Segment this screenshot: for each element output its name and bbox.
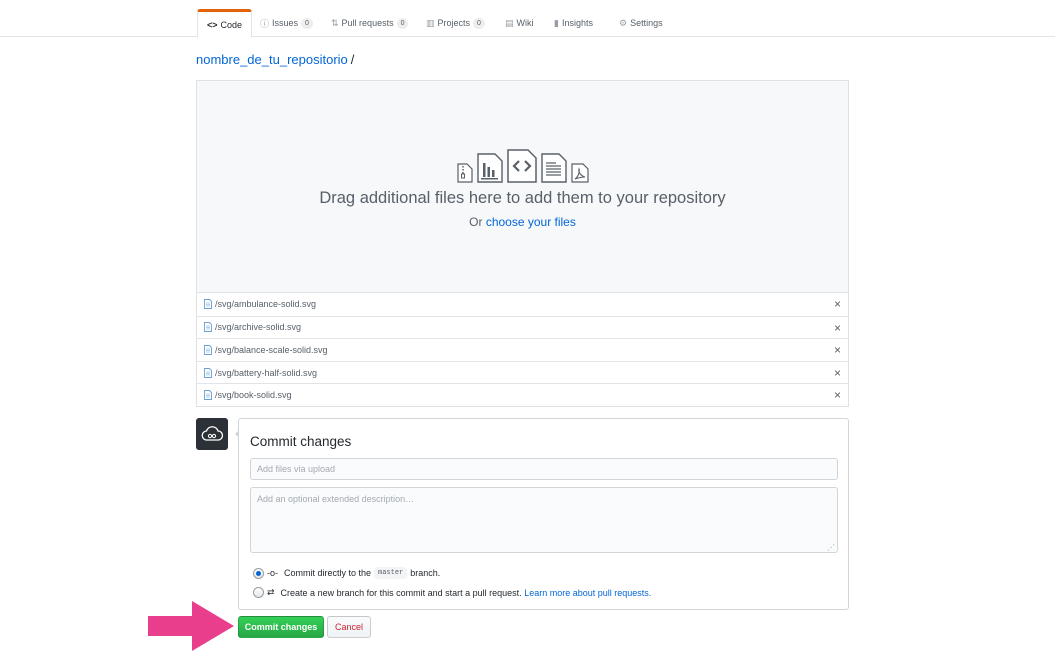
tab-label: Pull requests [341,18,394,28]
new-branch-radio[interactable] [253,587,264,598]
list-item: /svg/battery-half-solid.svg × [197,360,848,384]
list-item: /svg/balance-scale-solid.svg × [197,338,848,361]
commit-summary-input[interactable] [250,458,838,480]
file-path: /svg/balance-scale-solid.svg [215,344,328,355]
learn-more-link[interactable]: Learn more about pull requests. [524,588,651,598]
commit-description-textarea[interactable] [250,487,838,553]
tab-wiki[interactable]: ▤ Wiki [496,9,543,37]
graph-icon: ▮ [554,17,559,28]
remove-file-button[interactable]: × [834,321,841,335]
code-icon: <> [207,19,218,30]
list-item: /svg/book-solid.svg × [197,383,848,406]
code-file-icon [506,149,537,183]
file-path: /svg/battery-half-solid.svg [215,367,318,378]
tab-issues[interactable]: ⓘ Issues 0 [251,9,322,37]
issue-icon: ⓘ [260,18,270,29]
commit-form: Commit changes ⋰ -o- Commit directly to … [235,418,849,610]
pointer-arrow-icon [148,601,234,651]
graph-file-icon [476,153,503,183]
file-path: /svg/ambulance-solid.svg [215,299,317,310]
pdf-file-icon [570,163,589,183]
tab-label: Insights [561,18,593,28]
remove-file-button[interactable]: × [834,366,841,380]
tab-pull-requests[interactable]: ⇅ Pull requests 0 [322,9,417,37]
cancel-button[interactable]: Cancel [327,616,371,638]
list-item: /svg/ambulance-solid.svg × [197,293,848,316]
project-icon: ▥ [426,17,435,28]
tab-label: Issues [272,18,299,28]
tab-label: Code [220,19,243,30]
tab-projects[interactable]: ▥ Projects 0 [417,9,494,37]
gear-icon: ⚙ [619,17,628,28]
breadcrumb: nombre_de_tu_repositorio / [196,52,354,67]
file-icon [204,299,212,310]
new-branch-option[interactable]: ⇄ Create a new branch for this commit an… [253,587,651,598]
cloud-avatar-icon [201,426,223,441]
commit-direct-prefix: Commit directly to the [284,568,372,578]
avatar[interactable] [196,418,228,450]
pull-request-icon: ⇅ [331,17,339,28]
file-path: /svg/archive-solid.svg [215,322,302,333]
tab-label: Projects [437,18,471,28]
commit-direct-suffix: branch. [410,568,441,578]
list-item: /svg/archive-solid.svg × [197,315,848,339]
file-icon [204,367,212,378]
file-drop-zone[interactable]: Drag additional files here to add them t… [196,80,849,292]
repo-link[interactable]: nombre_de_tu_repositorio [196,52,348,67]
git-pull-request-icon: ⇄ [267,587,275,597]
repo-nav: <> Code ⓘ Issues 0 ⇅ Pull requests 0 ▥ P… [0,0,1055,38]
projects-counter: 0 [473,17,485,29]
file-icon [204,322,212,333]
commit-direct-radio[interactable] [253,567,264,579]
pull-requests-counter: 0 [396,17,409,29]
new-branch-label: Create a new branch [280,587,365,598]
uploaded-file-list: /svg/ambulance-solid.svg × /svg/archive-… [196,292,849,407]
drop-zone-subtitle: Or choose your files [197,215,848,229]
wiki-icon: ▤ [505,17,514,28]
tab-label: Settings [630,18,663,28]
resize-handle-icon[interactable]: ⋰ [827,543,835,552]
commit-changes-button[interactable]: Commit changes [238,616,324,638]
tab-settings[interactable]: ⚙ Settings [610,9,672,37]
or-text: Or [469,215,486,229]
remove-file-button[interactable]: × [834,343,841,357]
remove-file-button[interactable]: × [834,297,841,311]
file-types-illustration [197,149,848,183]
commit-direct-option[interactable]: -o- Commit directly to the master branch… [253,567,440,579]
drop-zone-title: Drag additional files here to add them t… [319,189,726,207]
file-icon [204,345,212,355]
choose-files-link[interactable]: choose your files [486,215,576,229]
git-commit-icon: -o- [267,568,278,578]
tab-insights[interactable]: ▮ Insights [545,9,602,37]
zip-file-icon [456,163,473,183]
remove-file-button[interactable]: × [834,388,841,402]
text-file-icon [540,153,567,183]
tab-label: Wiki [516,18,534,28]
branch-name: master [374,567,408,579]
commit-form-title: Commit changes [250,434,352,449]
file-icon [204,390,212,401]
file-path: /svg/book-solid.svg [215,390,292,401]
breadcrumb-separator: / [350,52,355,67]
tab-code[interactable]: <> Code [197,9,253,38]
issues-counter: 0 [301,17,313,29]
new-branch-text: for this commit and start a pull request… [364,587,525,598]
